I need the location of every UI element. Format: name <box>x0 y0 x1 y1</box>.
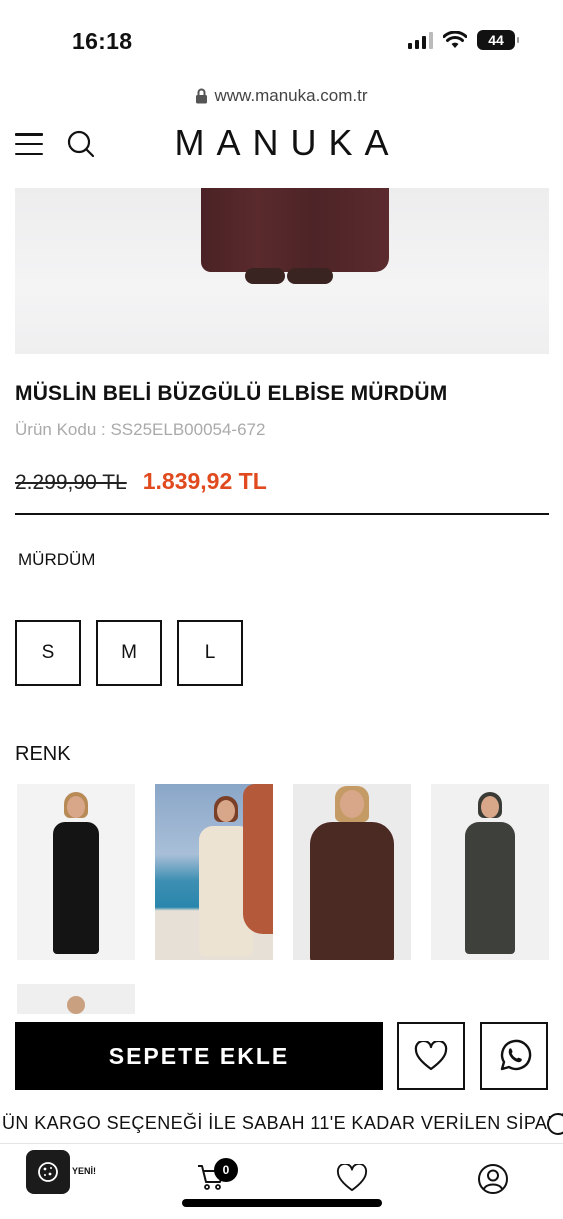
add-to-favorites-button[interactable] <box>397 1022 465 1090</box>
divider <box>15 513 549 515</box>
favorites-nav-icon[interactable] <box>336 1164 368 1192</box>
product-photo-foot-right <box>287 268 333 284</box>
heart-icon <box>414 1041 448 1071</box>
bottom-nav: YENİ! 0 <box>0 1146 563 1219</box>
color-swatch-partial[interactable] <box>17 984 135 1014</box>
whatsapp-icon <box>500 1039 532 1071</box>
price-row: 2.299,90 TL 1.839,92 TL <box>15 468 267 495</box>
color-swatch-cream[interactable] <box>155 784 273 960</box>
product-title: MÜSLİN BELİ BÜZGÜLÜ ELBİSE MÜRDÜM <box>15 382 448 405</box>
cart-count-badge: 0 <box>214 1158 238 1182</box>
color-swatch-plum[interactable] <box>293 784 411 960</box>
url-text: www.manuka.com.tr <box>214 86 368 105</box>
size-button-s[interactable]: S <box>15 620 81 686</box>
account-icon[interactable] <box>477 1163 509 1195</box>
cellular-signal-icon <box>408 31 433 49</box>
color-swatch-khaki[interactable] <box>431 784 549 960</box>
add-to-cart-button[interactable]: SEPETE EKLE <box>15 1022 383 1090</box>
whatsapp-button[interactable] <box>480 1022 548 1090</box>
status-time: 16:18 <box>72 28 133 54</box>
color-swatch-black[interactable] <box>17 784 135 960</box>
marquee-text: ÜN KARGO SEÇENEĞİ İLE SABAH 11'E KADAR V… <box>2 1113 563 1133</box>
status-bar: 16:18 44 <box>0 0 563 78</box>
home-indicator <box>182 1199 382 1207</box>
plum-dress-figure <box>310 786 394 960</box>
product-code: Ürün Kodu : SS25ELB00054-672 <box>15 420 266 439</box>
old-price: 2.299,90 TL <box>15 471 127 494</box>
wifi-icon <box>443 31 467 48</box>
sale-price: 1.839,92 TL <box>142 468 267 494</box>
battery-level: 44 <box>488 32 504 48</box>
url-bar[interactable]: www.manuka.com.tr <box>0 84 563 108</box>
cookie-settings-button[interactable] <box>26 1150 70 1194</box>
product-image[interactable] <box>15 188 549 354</box>
site-logo[interactable]: MANUKA <box>0 122 563 164</box>
cookie-icon <box>38 1162 58 1182</box>
color-swatches <box>17 784 549 960</box>
variant-color-name: MÜRDÜM <box>18 550 96 569</box>
status-icons: 44 <box>408 30 519 50</box>
product-photo-foot-left <box>245 268 285 284</box>
khaki-dress-figure <box>465 792 515 954</box>
black-dress-figure <box>53 792 99 954</box>
shipping-announcement-marquee: ÜN KARGO SEÇENEĞİ İLE SABAH 11'E KADAR V… <box>0 1104 563 1144</box>
battery-icon: 44 <box>477 30 519 50</box>
size-selector: S M L <box>15 620 243 686</box>
site-header: MANUKA <box>0 114 563 174</box>
new-label[interactable]: YENİ! <box>72 1166 96 1176</box>
product-photo-skirt <box>201 188 389 272</box>
marquee-badge-icon <box>547 1113 563 1135</box>
color-heading: RENK <box>15 743 71 765</box>
size-button-l[interactable]: L <box>177 620 243 686</box>
lock-icon <box>196 88 208 104</box>
size-button-m[interactable]: M <box>96 620 162 686</box>
